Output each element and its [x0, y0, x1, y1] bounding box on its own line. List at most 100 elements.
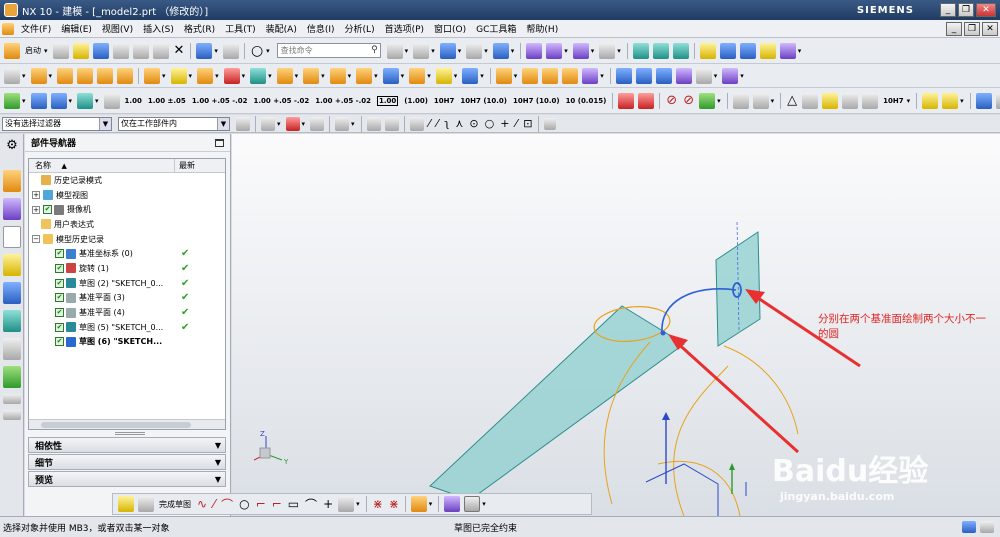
fillet-icon[interactable]: ⌐: [256, 497, 266, 511]
show-constraints-icon[interactable]: [638, 92, 655, 109]
swept-icon[interactable]: [635, 67, 652, 84]
selection-scope-select[interactable]: 仅在工作部件内 ▼: [118, 116, 230, 131]
tree-row[interactable]: ✔ 基准平面 (4) ✔: [29, 305, 225, 320]
menu-insert[interactable]: 插入(S): [138, 22, 179, 35]
visibility-checkbox[interactable]: ✔: [55, 249, 64, 259]
expand-icon[interactable]: +: [32, 205, 40, 214]
quick-trim-icon[interactable]: ⋇: [373, 497, 383, 511]
offset-face-icon[interactable]: [435, 67, 452, 84]
tree-row[interactable]: ✔ 草图 (6) "SKETCH...: [29, 335, 225, 350]
no-diameter-icon[interactable]: ⊘: [666, 93, 677, 108]
geometric-constraint-icon[interactable]: [618, 92, 635, 109]
new-file-icon[interactable]: [52, 42, 69, 59]
assembly-icon[interactable]: [632, 42, 649, 59]
subtract-icon[interactable]: [170, 67, 187, 84]
collapse-icon[interactable]: −: [32, 235, 40, 244]
tree-row[interactable]: ✔ 草图 (5) "SKETCH_0... ✔: [29, 320, 225, 335]
show-hidden-icon[interactable]: [366, 116, 381, 131]
constraint-navigator-icon[interactable]: [3, 198, 21, 220]
menu-help[interactable]: 帮助(H): [521, 22, 563, 35]
wireframe-icon[interactable]: [384, 116, 399, 131]
circle-icon[interactable]: ○: [251, 43, 263, 59]
status-options-icon[interactable]: [980, 521, 994, 533]
dim-nominal[interactable]: 1.00: [125, 97, 142, 105]
circle-tool-icon[interactable]: ○: [239, 497, 249, 511]
undo-icon[interactable]: [196, 42, 213, 59]
doc-minimize-button[interactable]: _: [946, 21, 962, 36]
general-selection-icon[interactable]: [261, 116, 275, 131]
dim-unilateral-below[interactable]: 1.00 +.05 -.02: [315, 97, 371, 105]
tree-horizontal-scrollbar[interactable]: [29, 419, 225, 429]
menu-format[interactable]: 格式(R): [179, 22, 220, 35]
replace-face-icon[interactable]: [562, 67, 579, 84]
datum-feature-icon[interactable]: [802, 92, 819, 109]
x-form-icon[interactable]: [695, 67, 712, 84]
geometric-constraints-icon[interactable]: [464, 496, 481, 512]
open-file-icon[interactable]: [72, 42, 89, 59]
split-body-icon[interactable]: [409, 67, 426, 84]
gear-icon[interactable]: ⚙: [3, 136, 21, 158]
dim-reference[interactable]: (1.00): [404, 97, 428, 105]
navigator-tree[interactable]: 名称 ▲ 最新 历史记录模式 + 模型视图 + ✔ 摄像机 用户表达式 − 模型历史记录 ✔ 基准坐…: [28, 158, 226, 430]
snap-midpoint-icon[interactable]: ⁄: [436, 117, 438, 130]
profile-icon[interactable]: ∿: [197, 497, 207, 511]
inclined-plane[interactable]: [429, 305, 685, 501]
menu-preferences[interactable]: 首选项(P): [380, 22, 429, 35]
search-icon[interactable]: ⚲: [371, 44, 378, 57]
menu-assembly[interactable]: 装配(A): [261, 22, 302, 35]
snap-on-curve-icon[interactable]: ⁄: [515, 117, 517, 130]
draft-icon[interactable]: [356, 67, 373, 84]
weld-symbol-icon[interactable]: [922, 92, 939, 109]
dim-unilateral-above[interactable]: 1.00 +.05 -.02: [254, 97, 310, 105]
snap-enable-icon[interactable]: [409, 116, 424, 131]
menu-view[interactable]: 视图(V): [97, 22, 138, 35]
shell-icon[interactable]: [329, 67, 346, 84]
menu-file[interactable]: 文件(F): [16, 22, 56, 35]
progressive-die-icon[interactable]: [779, 42, 796, 59]
render-style-icon[interactable]: [413, 42, 430, 59]
command-finder-input[interactable]: 查找命令 ⚲: [276, 43, 381, 58]
trim-body-icon[interactable]: [382, 67, 399, 84]
revolve-icon[interactable]: [57, 67, 74, 84]
wcs-icon[interactable]: [572, 42, 589, 59]
offset-region-icon[interactable]: [542, 67, 559, 84]
cut-icon[interactable]: [112, 42, 129, 59]
point-icon[interactable]: +: [323, 497, 333, 511]
fit-tolerance-button[interactable]: 10H7: [883, 97, 903, 105]
pad-icon[interactable]: [117, 67, 134, 84]
sketch-task-icon[interactable]: [118, 496, 134, 512]
column-name[interactable]: 名称 ▲: [29, 158, 175, 173]
dim-symmetric[interactable]: 1.00 ±.05: [148, 97, 186, 105]
dim-fit[interactable]: 10H7: [434, 97, 454, 105]
sync-move-face-icon[interactable]: [495, 67, 512, 84]
surface-analysis-icon[interactable]: [722, 67, 739, 84]
maximize-icon[interactable]: [215, 138, 224, 147]
scrollbar-thumb[interactable]: [41, 422, 191, 428]
sketch-icon[interactable]: [4, 67, 20, 84]
measure-distance-icon[interactable]: [599, 42, 616, 59]
balloon-icon[interactable]: [942, 92, 959, 109]
check-icon[interactable]: [4, 92, 20, 109]
thread-icon[interactable]: [995, 92, 1000, 109]
finish-sketch-icon[interactable]: [138, 496, 154, 512]
visibility-checkbox[interactable]: ✔: [55, 322, 64, 332]
tree-row[interactable]: 历史记录模式: [29, 173, 225, 188]
part-family-icon[interactable]: [672, 42, 689, 59]
fit-view-icon[interactable]: [386, 42, 403, 59]
studio-spline-icon[interactable]: [338, 496, 355, 512]
arc-icon[interactable]: ⌒: [221, 496, 233, 513]
dim-fit-tolerance[interactable]: 10H7 (10.0): [513, 97, 560, 105]
relax-icon[interactable]: [699, 92, 716, 109]
tree-row[interactable]: ✔ 草图 (2) "SKETCH_0... ✔: [29, 276, 225, 291]
part-navigator-tab-icon[interactable]: [3, 226, 21, 248]
snap-point-icon[interactable]: [526, 42, 543, 59]
snap-intersection-icon[interactable]: ⋏: [455, 117, 463, 130]
pmi-icon[interactable]: [30, 92, 47, 109]
bounded-plane-icon[interactable]: [655, 67, 672, 84]
feature-control-frame-icon[interactable]: [822, 92, 839, 109]
delete-face-icon[interactable]: [582, 67, 599, 84]
make-corner-icon[interactable]: [410, 496, 427, 512]
pattern-icon[interactable]: [223, 67, 240, 84]
tree-row[interactable]: ✔ 基准坐标系 (0) ✔: [29, 246, 225, 261]
chamfer-tool-icon[interactable]: ⌐: [272, 497, 282, 511]
